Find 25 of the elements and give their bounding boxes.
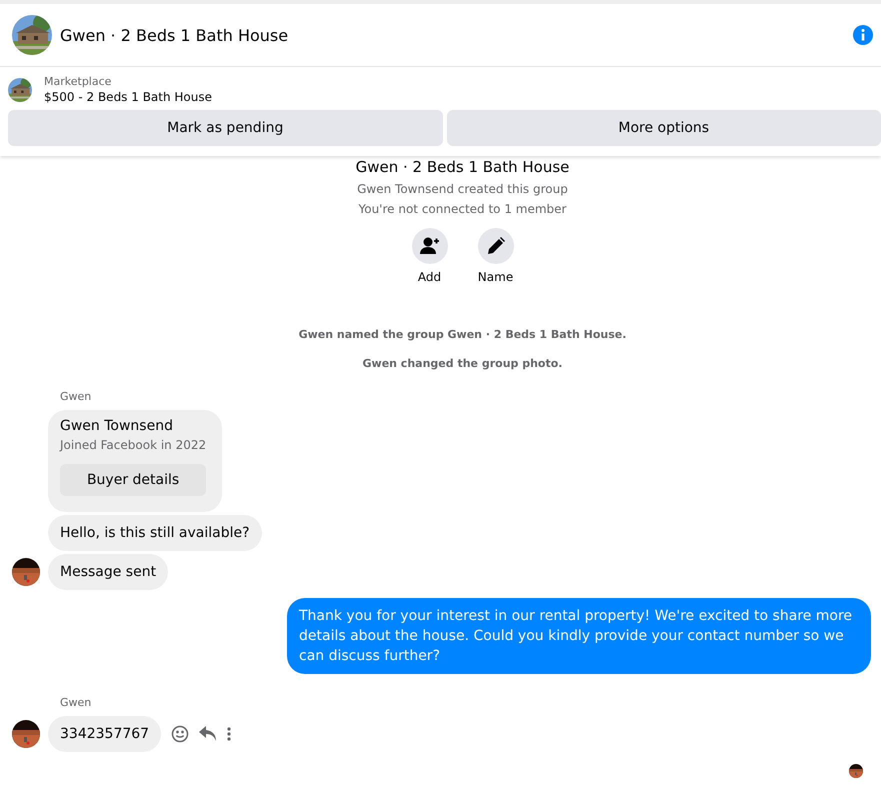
emoji-icon[interactable] <box>171 725 190 743</box>
listing-button[interactable]: More options <box>446 110 881 146</box>
buyer-joined: Joined Facebook in 2022 <box>60 438 206 452</box>
message-bubble: Message sent <box>48 554 168 590</box>
listing-label: Marketplace <box>44 75 112 88</box>
pencil-icon <box>486 237 504 255</box>
reply-icon[interactable] <box>199 725 218 743</box>
message-bubble: Thank you for your interest in our rental property! We're excited to share more details about the house. Could you kindly provide your contact number so we can discuss further? <box>287 598 871 674</box>
info-icon[interactable] <box>853 25 873 45</box>
more-icon[interactable] <box>227 725 232 743</box>
add-person-icon <box>420 237 440 255</box>
chat-title: Gwen · 2 Beds 1 Bath House <box>60 26 290 44</box>
sender-name: Gwen <box>60 696 92 709</box>
buyer-details-button[interactable]: Buyer details <box>60 464 206 496</box>
message-bubble: 3342357767 <box>48 716 162 752</box>
message-bubble: Hello, is this still available? <box>48 515 262 551</box>
sender-name: Gwen <box>60 390 92 403</box>
buyer-name: Gwen Townsend <box>60 418 174 434</box>
listing-button[interactable]: Mark as pending <box>8 110 442 146</box>
group-info: Gwen Townsend created this group <box>357 182 568 196</box>
event-message: Gwen named the group Gwen · 2 Beds 1 Bath House. <box>298 328 626 341</box>
group-title: Gwen · 2 Beds 1 Bath House <box>356 158 570 176</box>
event-message: Gwen changed the group photo. <box>362 357 562 370</box>
group-info: You're not connected to 1 member <box>358 202 566 216</box>
listing-title[interactable]: $500 - 2 Beds 1 Bath House <box>44 90 212 104</box>
